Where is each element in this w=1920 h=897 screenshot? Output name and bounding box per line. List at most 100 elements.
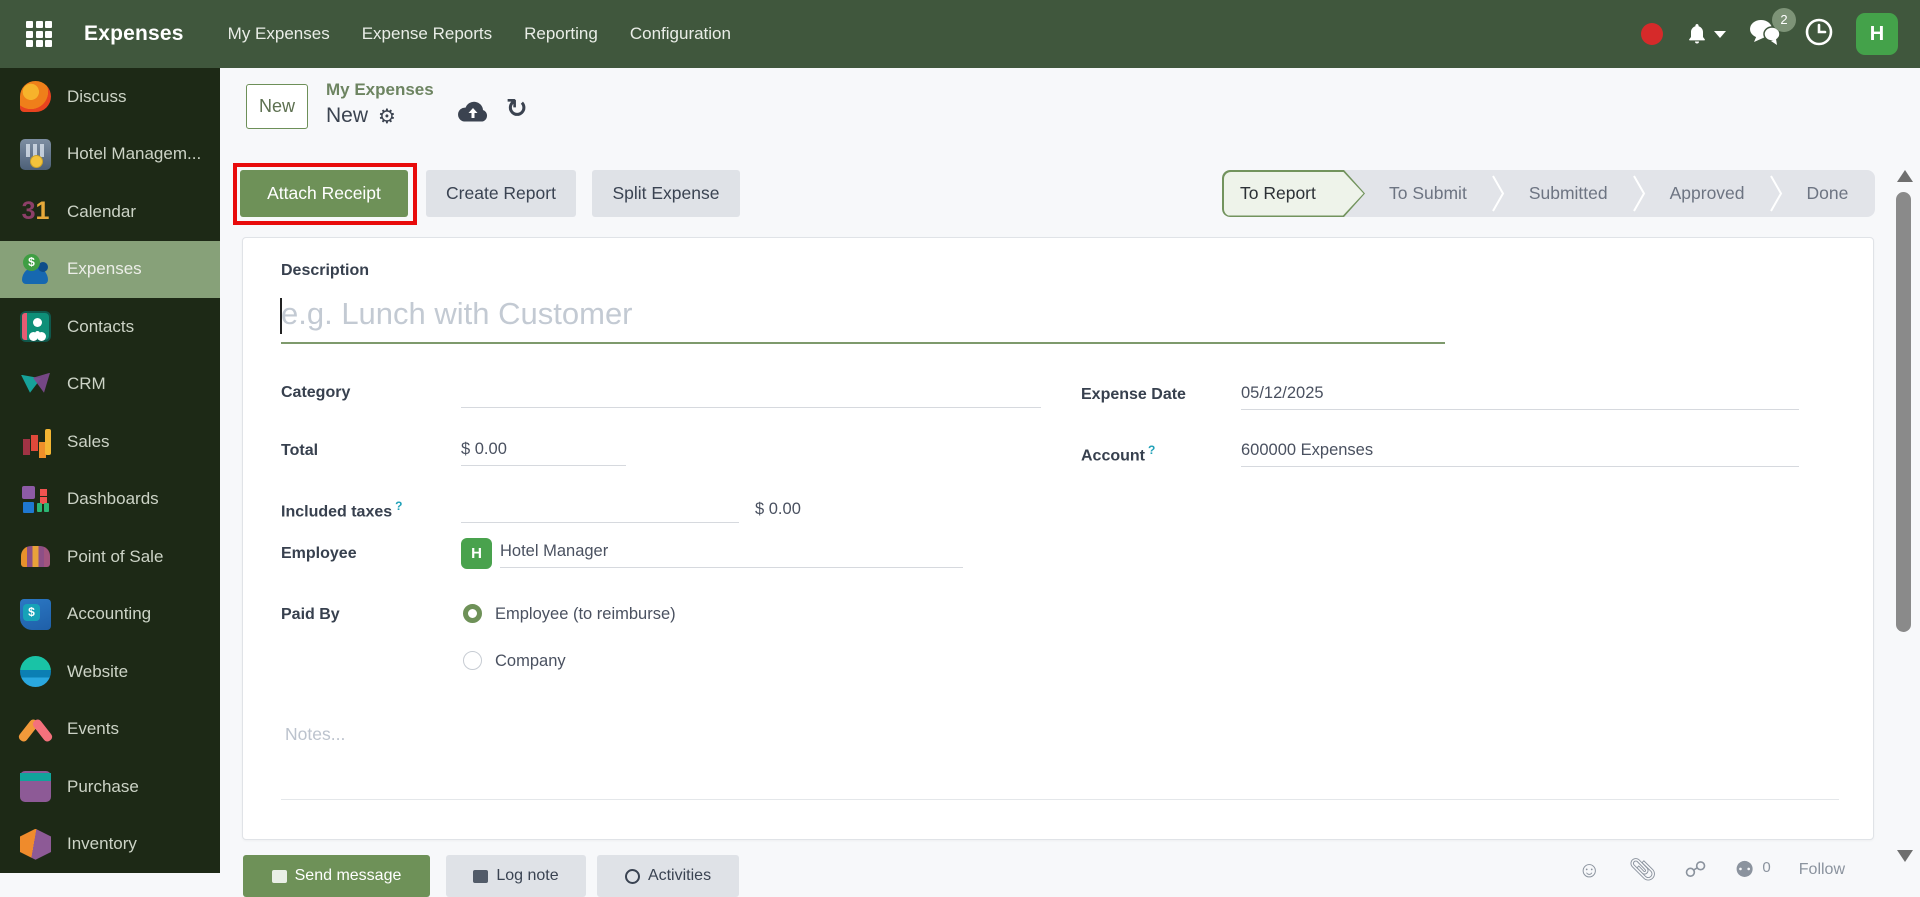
- user-avatar[interactable]: H: [1856, 13, 1898, 55]
- messages-icon[interactable]: 2: [1748, 7, 1796, 51]
- expense-date-input[interactable]: [1241, 382, 1799, 410]
- sidebar-item-crm[interactable]: CRM: [0, 356, 220, 414]
- stage-submitted[interactable]: Submitted: [1505, 170, 1632, 217]
- sidebar-item-contacts[interactable]: Contacts: [0, 298, 220, 356]
- clock-icon: [624, 868, 640, 884]
- menu-configuration[interactable]: Configuration: [618, 16, 743, 52]
- stage-to-submit[interactable]: To Submit: [1365, 170, 1491, 217]
- website-icon: [20, 656, 51, 688]
- account-input[interactable]: [1241, 439, 1799, 467]
- description-input[interactable]: [281, 294, 1445, 344]
- hotel-management-icon: [20, 138, 51, 170]
- activities-button[interactable]: Activities: [597, 855, 739, 897]
- sheet-divider: [281, 799, 1839, 800]
- main-content: New My Expenses New ⚙ ↺ Attach Receipt C…: [220, 68, 1920, 897]
- total-label: Total: [281, 442, 319, 459]
- discard-undo-icon[interactable]: ↺: [506, 94, 528, 124]
- notes-input[interactable]: Notes...: [285, 724, 345, 745]
- sales-icon: [20, 426, 51, 457]
- breadcrumb-parent[interactable]: My Expenses: [326, 80, 434, 100]
- attach-receipt-button[interactable]: Attach Receipt: [240, 170, 408, 217]
- notifications-bell-icon[interactable]: [1685, 22, 1726, 46]
- menu-reporting[interactable]: Reporting: [512, 16, 610, 52]
- included-taxes-help-icon[interactable]: ?: [395, 499, 402, 513]
- sidebar-item-expenses[interactable]: Expenses: [0, 240, 220, 298]
- create-report-button[interactable]: Create Report: [426, 170, 576, 217]
- expense-form-sheet: Description Category Total Included taxe…: [242, 237, 1874, 840]
- discuss-icon: [20, 81, 51, 113]
- crm-icon: [20, 369, 51, 400]
- employee-label: Employee: [281, 545, 357, 562]
- sidebar-item-discuss[interactable]: Discuss: [0, 68, 220, 126]
- breadcrumb-current: New: [326, 104, 369, 127]
- app-sidebar: Discuss Hotel Managem... 31Calendar Expe…: [0, 68, 220, 873]
- events-icon: [20, 714, 51, 745]
- inventory-icon: [20, 828, 51, 860]
- split-expense-button[interactable]: Split Expense: [592, 170, 740, 217]
- contacts-icon: [20, 311, 51, 343]
- app-title: Expenses: [84, 22, 184, 45]
- scrollbar-down-arrow[interactable]: [1897, 850, 1913, 862]
- paid-by-employee-radio[interactable]: [463, 604, 482, 623]
- total-input[interactable]: [461, 438, 626, 466]
- sidebar-item-sales[interactable]: Sales: [0, 413, 220, 471]
- sidebar-item-calendar[interactable]: 31 Calendar: [0, 183, 220, 241]
- sidebar-item-purchase[interactable]: Purchase: [0, 758, 220, 816]
- included-taxes-amount: $ 0.00: [755, 500, 801, 518]
- sidebar-item-accounting[interactable]: Accounting: [0, 586, 220, 644]
- followers-icon[interactable]: ⚉: [1735, 857, 1755, 883]
- emoji-icon[interactable]: ☺: [1578, 857, 1600, 883]
- accounting-icon: [20, 598, 51, 630]
- note-icon: [473, 869, 489, 883]
- menu-expense-reports[interactable]: Expense Reports: [350, 16, 504, 52]
- main-menu: My Expenses Expense Reports Reporting Co…: [216, 16, 743, 52]
- dashboards-icon: [20, 484, 51, 515]
- purchase-icon: [20, 771, 51, 803]
- apps-grid-icon[interactable]: [26, 21, 52, 47]
- description-label: Description: [281, 262, 370, 279]
- stage-done[interactable]: Done: [1783, 170, 1873, 217]
- log-note-button[interactable]: Log note: [446, 855, 586, 897]
- attachment-icon[interactable]: 📎︎: [1628, 857, 1656, 883]
- sidebar-item-website[interactable]: Website: [0, 643, 220, 701]
- paid-by-employee-option[interactable]: Employee (to reimburse): [495, 605, 676, 624]
- account-label: Account?: [1081, 443, 1156, 465]
- sidebar-item-inventory[interactable]: Inventory: [0, 816, 220, 874]
- follow-button[interactable]: Follow: [1799, 861, 1845, 879]
- send-message-button[interactable]: Send message: [243, 855, 430, 897]
- sidebar-item-events[interactable]: Events: [0, 701, 220, 759]
- stage-approved[interactable]: Approved: [1646, 170, 1769, 217]
- sidebar-item-hotel-management[interactable]: Hotel Managem...: [0, 126, 220, 184]
- status-pipeline: To Report To Submit Submitted Approved D…: [1222, 170, 1875, 217]
- stage-separator-icon: [1632, 170, 1646, 217]
- point-of-sale-icon: [20, 541, 51, 572]
- scrollbar-up-arrow[interactable]: [1897, 170, 1913, 182]
- top-navbar: Expenses My Expenses Expense Reports Rep…: [0, 0, 1920, 68]
- expenses-icon: [20, 253, 51, 285]
- message-icon: [271, 869, 287, 883]
- employee-input[interactable]: [500, 540, 963, 568]
- sidebar-item-dashboards[interactable]: Dashboards: [0, 471, 220, 529]
- messages-badge: 2: [1772, 7, 1796, 32]
- account-help-icon[interactable]: ?: [1148, 443, 1155, 457]
- stage-to-report[interactable]: To Report: [1222, 170, 1365, 217]
- save-cloud-icon[interactable]: [456, 100, 490, 131]
- chatter-toolbar: ☺ 📎︎ ☍ ⚉ 0 Follow: [1578, 857, 1845, 883]
- category-input[interactable]: [461, 380, 1041, 408]
- paid-by-company-radio[interactable]: [463, 651, 482, 670]
- stage-separator-icon: [1491, 170, 1505, 217]
- scrollbar-thumb[interactable]: [1896, 192, 1911, 632]
- expense-date-label: Expense Date: [1081, 386, 1186, 403]
- link-icon[interactable]: ☍: [1684, 857, 1706, 883]
- bell-caret-icon: [1714, 30, 1726, 38]
- paid-by-company-option[interactable]: Company: [495, 652, 566, 671]
- calendar-icon: 31: [21, 197, 50, 226]
- included-taxes-label: Included taxes?: [281, 499, 403, 521]
- category-label: Category: [281, 384, 351, 401]
- included-taxes-input[interactable]: [461, 495, 739, 523]
- sidebar-item-point-of-sale[interactable]: Point of Sale: [0, 528, 220, 586]
- actions-gear-icon[interactable]: ⚙: [378, 106, 396, 126]
- menu-my-expenses[interactable]: My Expenses: [216, 16, 342, 52]
- new-record-button[interactable]: New: [246, 84, 308, 129]
- activities-clock-icon[interactable]: [1804, 17, 1834, 52]
